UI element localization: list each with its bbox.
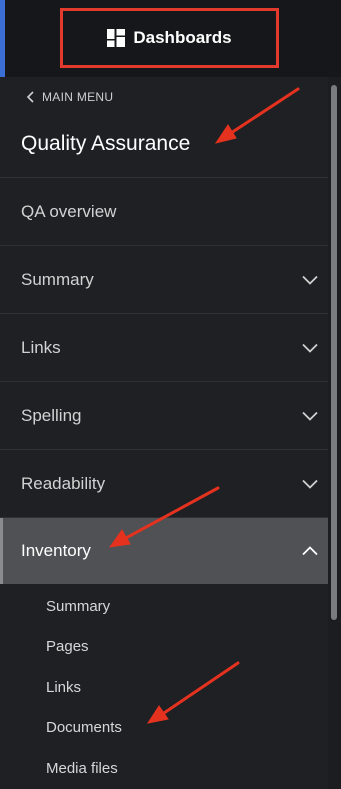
submenu-item-links[interactable]: Links <box>0 667 328 708</box>
submenu-item-documents[interactable]: Documents <box>0 708 328 749</box>
submenu-item-summary[interactable]: Summary <box>0 586 328 627</box>
menu-item-readability[interactable]: Readability <box>0 449 328 517</box>
qa-menu: QA overview Summary Links Spelling Reada… <box>0 177 328 789</box>
menu-item-inventory[interactable]: Inventory <box>0 517 328 584</box>
menu-item-spelling[interactable]: Spelling <box>0 381 328 449</box>
scrollbar[interactable] <box>328 77 341 789</box>
main-menu-label: MAIN MENU <box>42 90 114 104</box>
dashboards-label: Dashboards <box>133 28 232 47</box>
chevron-down-icon <box>302 411 318 421</box>
chevron-down-icon <box>302 479 318 489</box>
dashboards-button[interactable]: Dashboards <box>60 8 279 68</box>
menu-item-qa-overview[interactable]: QA overview <box>0 177 328 245</box>
menu-item-label: Links <box>21 337 61 357</box>
inventory-submenu: Summary Pages Links Documents Media file… <box>0 584 328 789</box>
section-title: Quality Assurance <box>21 132 191 155</box>
menu-item-label: Inventory <box>21 541 91 560</box>
chevron-up-icon <box>302 546 318 556</box>
menu-item-label: Spelling <box>21 405 82 425</box>
scrollbar-thumb[interactable] <box>331 85 337 620</box>
menu-item-label: QA overview <box>21 201 117 221</box>
top-bar: Dashboards <box>0 0 341 77</box>
main-menu-back-link[interactable]: MAIN MENU <box>26 90 113 104</box>
menu-item-links[interactable]: Links <box>0 313 328 381</box>
chevron-left-icon <box>26 91 34 103</box>
dashboard-grid-icon <box>107 29 126 47</box>
qa-nav-panel: MAIN MENU Quality Assurance QA overview … <box>0 77 328 789</box>
accent-strip <box>0 0 5 77</box>
submenu-item-pages[interactable]: Pages <box>0 627 328 668</box>
menu-item-label: Summary <box>21 269 94 289</box>
submenu-item-media-files[interactable]: Media files <box>0 748 328 789</box>
menu-item-summary[interactable]: Summary <box>0 245 328 313</box>
chevron-down-icon <box>302 275 318 285</box>
menu-item-label: Readability <box>21 473 106 493</box>
chevron-down-icon <box>302 343 318 353</box>
